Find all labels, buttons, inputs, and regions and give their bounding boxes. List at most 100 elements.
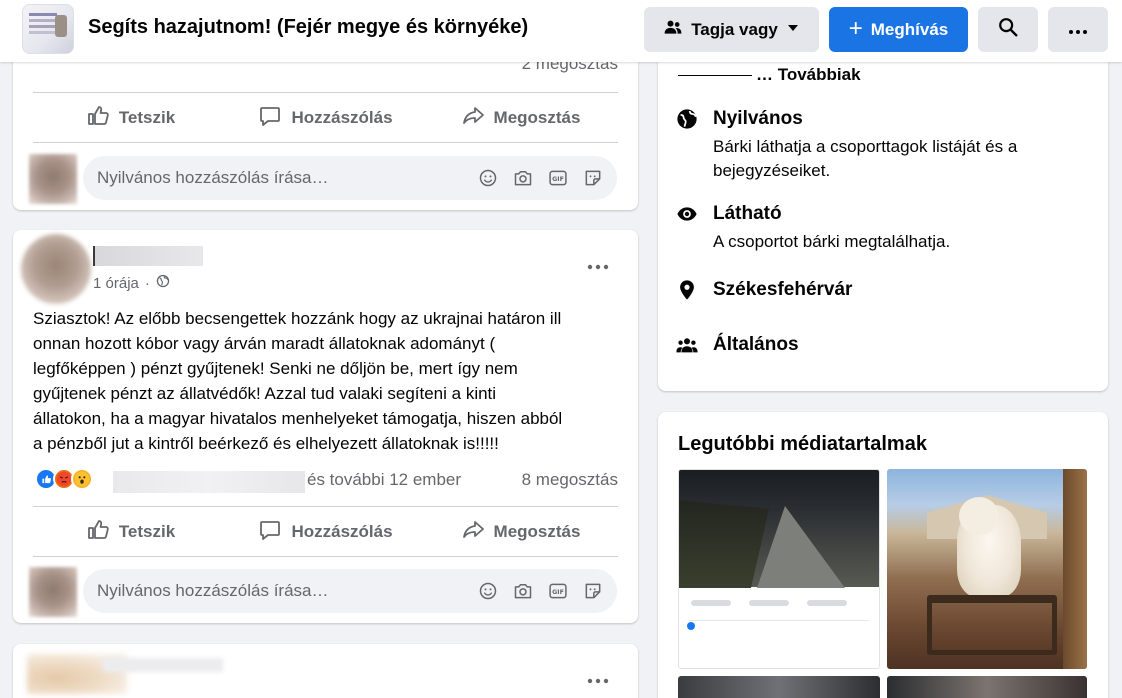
recent-media-title: Legutóbbi médiatartalmak [678,433,927,455]
invite-button[interactable]: + Meghívás [829,7,968,52]
post-text: Sziasztok! Az előbb becsengettek hozzánk… [33,309,563,453]
like-button[interactable]: Tetszik [33,512,228,552]
divider [33,142,618,143]
comment-input[interactable] [97,156,457,200]
globe-icon [676,108,698,130]
camera-icon[interactable] [511,579,535,603]
camera-icon[interactable] [511,166,535,190]
media-thumbnail[interactable] [887,469,1087,669]
recent-media-panel: Legutóbbi médiatartalmak [658,412,1108,698]
post-options-button[interactable] [580,254,616,278]
comment-label: Hozzászólás [291,108,393,127]
comment-tools: GIF [476,579,605,603]
group-cover-thumbnail[interactable] [22,4,74,54]
gif-icon[interactable]: GIF [546,166,570,190]
invite-button-label: Meghívás [870,19,949,39]
divider [33,556,618,557]
svg-text:GIF: GIF [552,589,564,596]
share-button[interactable]: Megosztás [423,98,618,138]
more-dots-icon [587,257,609,275]
post-meta: 1 órája · [93,274,170,292]
author-name-redacted[interactable] [93,246,203,266]
thumbs-up-icon [86,104,110,133]
comment-tools: GIF [476,166,605,190]
comment-composer: GIF [23,567,623,617]
comment-box[interactable]: GIF [83,156,617,200]
globe-icon [156,274,170,292]
see-more-label: … Továbbiak [756,65,861,84]
reaction-others[interactable]: és további 12 ember [307,470,461,490]
info-title[interactable]: Székesfehérvár [713,279,852,301]
comment-bubble-icon [258,518,282,547]
divider [33,506,618,507]
railing [1063,469,1087,669]
post-action-bar: Tetszik Hozzászólás Megosztás [33,512,618,552]
about-panel: … Továbbiak Nyilvános Bárki láthatja a c… [658,40,1108,391]
divider [689,620,869,621]
media-thumbnail[interactable] [678,676,880,698]
dog-head [959,497,999,535]
share-arrow-icon [461,518,485,547]
search-button[interactable] [978,7,1038,52]
comment-composer: GIF [23,154,623,204]
sticker-icon[interactable] [581,166,605,190]
comment-button[interactable]: Hozzászólás [228,98,423,138]
share-label: Megosztás [493,108,581,127]
info-description: Bárki láthatja a csoporttagok listáját é… [713,137,1018,180]
more-dots-icon [587,671,609,689]
thumbs-up-icon [86,518,110,547]
see-more-link[interactable]: … Továbbiak [678,65,861,85]
sticker-icon[interactable] [581,579,605,603]
emoji-icon[interactable] [476,166,500,190]
info-title: Nyilvános [713,108,803,129]
location-pin-icon [676,279,698,301]
info-description: A csoportot bárki megtalálhatja. [713,232,951,251]
avatar[interactable] [29,567,77,617]
post-time[interactable]: 1 órája [93,275,139,292]
divider [33,92,618,93]
info-title: Általános [713,334,799,355]
chair [927,595,1057,655]
gif-icon[interactable]: GIF [546,579,570,603]
media-thumbnail[interactable] [678,469,880,669]
like-label: Tetszik [118,108,176,127]
comment-label: Hozzászólás [291,522,393,541]
reactor-names-redacted[interactable] [113,471,305,493]
post-action-bar: Tetszik Hozzászólás Megosztás [33,98,618,138]
post-preview-actions [691,600,847,606]
comment-button[interactable]: Hozzászólás [228,512,423,552]
avatar[interactable] [21,234,91,304]
comment-box[interactable]: GIF [83,569,617,613]
feed-post-card: 1 órája · Sziasztok! Az előbb becsengett… [13,230,638,623]
group-title[interactable]: Segíts hazajutnom! (Fejér megye és körny… [88,16,528,39]
reaction-icons[interactable] [35,468,93,490]
share-arrow-icon [461,104,485,133]
media-thumbnail[interactable] [887,676,1087,698]
group-header: Segíts hazajutnom! (Fejér megye és körny… [0,0,1122,62]
author-name-redacted[interactable] [103,658,223,672]
road-photo [679,470,879,588]
comment-input[interactable] [97,569,457,613]
plus-icon: + [848,14,863,42]
caret-down-icon [786,20,800,40]
member-button-label: Tagja vagy [691,19,778,39]
like-reaction-icon [687,622,695,630]
like-button[interactable]: Tetszik [33,98,228,138]
avatar[interactable] [29,154,77,204]
separator-dot: · [144,274,150,292]
more-options-button[interactable] [1048,7,1108,52]
post-options-button[interactable] [580,668,616,692]
feed-post-card [13,644,638,698]
share-button[interactable]: Megosztás [423,512,618,552]
divider [678,75,752,77]
people-icon [663,17,683,42]
wow-reaction-icon [71,468,93,490]
share-count[interactable]: 8 megosztás [522,470,618,490]
people-icon [676,334,698,356]
member-status-button[interactable]: Tagja vagy [644,7,819,52]
more-dots-icon [1068,20,1088,40]
emoji-icon[interactable] [476,579,500,603]
search-icon [997,16,1019,43]
svg-text:GIF: GIF [552,176,564,183]
info-title: Látható [713,203,782,224]
